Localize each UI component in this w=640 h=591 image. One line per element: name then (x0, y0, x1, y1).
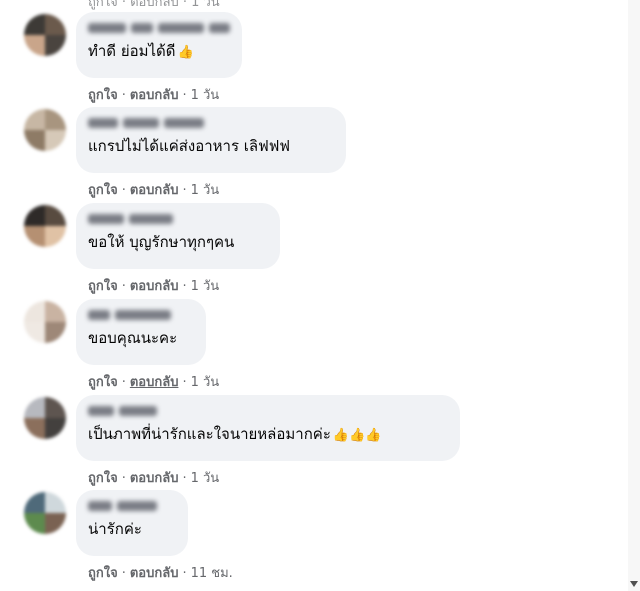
like-link[interactable]: ถูกใจ (88, 471, 118, 486)
scrollbar[interactable] (628, 0, 640, 591)
thumbs-up-icon: 👍 (177, 45, 194, 60)
reply-link[interactable]: ตอบกลับ (130, 279, 179, 294)
comment-bubble: ขอบคุณนะคะ (76, 299, 206, 365)
reply-link[interactable]: ตอบกลับ (130, 88, 179, 103)
avatar[interactable] (24, 109, 66, 151)
author-name-redacted[interactable] (88, 212, 268, 226)
comment-actions: ถูกใจ · ตอบกลับ · 1 วัน (88, 88, 220, 103)
avatar[interactable] (24, 301, 66, 343)
author-name-redacted[interactable] (88, 21, 231, 35)
reply-link[interactable]: ตอบกลับ (130, 566, 179, 581)
avatar[interactable] (24, 397, 66, 439)
like-link[interactable]: ถูกใจ (88, 375, 118, 390)
scroll-down-arrow-icon[interactable] (630, 581, 638, 587)
timestamp[interactable]: 1 วัน (191, 375, 220, 390)
comment-item: แกรปไม่ได้แค่ส่งอาหาร เลิฟฟฟ ถูกใจ · ตอบกล… (0, 107, 620, 198)
like-link[interactable]: ถูกใจ (88, 566, 118, 581)
comment-text: ขอบคุณนะคะ (88, 329, 178, 347)
thumbs-up-icon: 👍👍👍 (332, 428, 382, 443)
comment-actions: ถูกใจ · ตอบกลับ · 1 วัน (88, 375, 220, 390)
comment-item: ทำดี ย่อมได้ดี 👍 ถูกใจ · ตอบกลับ · 1 วัน (0, 12, 620, 103)
timestamp[interactable]: 1 วัน (191, 279, 220, 294)
comment-text: เป็นภาพที่น่ารักและใจนายหล่อมากค่ะ 👍👍👍 (88, 424, 448, 446)
like-link[interactable]: ถูกใจ (88, 183, 118, 198)
comment-text: น่ารักค่ะ (88, 520, 142, 538)
comment-actions: ถูกใจ · ตอบกลับ · 1 วัน (88, 471, 220, 486)
comment-item: ขอให้ บุญรักษาทุกๆคน ถูกใจ · ตอบกลับ · 1 วัน (0, 203, 620, 294)
reply-link[interactable]: ตอบกลับ (130, 375, 179, 390)
comment-text: แกรปไม่ได้แค่ส่งอาหาร เลิฟฟฟ (88, 137, 290, 155)
timestamp[interactable]: 1 วัน (191, 183, 220, 198)
avatar[interactable] (24, 205, 66, 247)
comment-item: เป็นภาพที่น่ารักและใจนายหล่อมากค่ะ 👍👍👍 ถู… (0, 395, 620, 486)
timestamp[interactable]: 1 วัน (191, 471, 220, 486)
comment-bubble: น่ารักค่ะ (76, 490, 188, 556)
comment-bubble: ทำดี ย่อมได้ดี 👍 (76, 12, 242, 78)
reply-link[interactable]: ตอบกลับ (130, 471, 179, 486)
avatar[interactable] (24, 492, 66, 534)
avatar[interactable] (24, 14, 66, 56)
comment-actions: ถูกใจ · ตอบกลับ · 1 วัน (88, 183, 220, 198)
comment-bubble: แกรปไม่ได้แค่ส่งอาหาร เลิฟฟฟ (76, 107, 346, 173)
timestamp[interactable]: 1 วัน (191, 88, 220, 103)
comment-text: ขอให้ บุญรักษาทุกๆคน (88, 233, 235, 251)
partial-comment-meta: ถูกใจ · ตอบกลับ · 1 วัน (88, 0, 220, 10)
comment-item: ขอบคุณนะคะ ถูกใจ · ตอบกลับ · 1 วัน (0, 299, 620, 390)
comment-bubble: เป็นภาพที่น่ารักและใจนายหล่อมากค่ะ 👍👍👍 (76, 395, 460, 461)
comment-text: ทำดี ย่อมได้ดี 👍 (88, 41, 230, 63)
like-link[interactable]: ถูกใจ (88, 88, 118, 103)
comment-actions: ถูกใจ · ตอบกลับ · 11 ชม. (88, 566, 233, 581)
timestamp[interactable]: 11 ชม. (191, 566, 233, 581)
author-name-redacted[interactable] (88, 404, 448, 418)
author-name-redacted[interactable] (88, 308, 194, 322)
comment-bubble: ขอให้ บุญรักษาทุกๆคน (76, 203, 280, 269)
comment-item: น่ารักค่ะ ถูกใจ · ตอบกลับ · 11 ชม. (0, 490, 620, 581)
like-link[interactable]: ถูกใจ (88, 279, 118, 294)
author-name-redacted[interactable] (88, 499, 176, 513)
comment-actions: ถูกใจ · ตอบกลับ · 1 วัน (88, 279, 220, 294)
author-name-redacted[interactable] (88, 116, 334, 130)
reply-link[interactable]: ตอบกลับ (130, 183, 179, 198)
